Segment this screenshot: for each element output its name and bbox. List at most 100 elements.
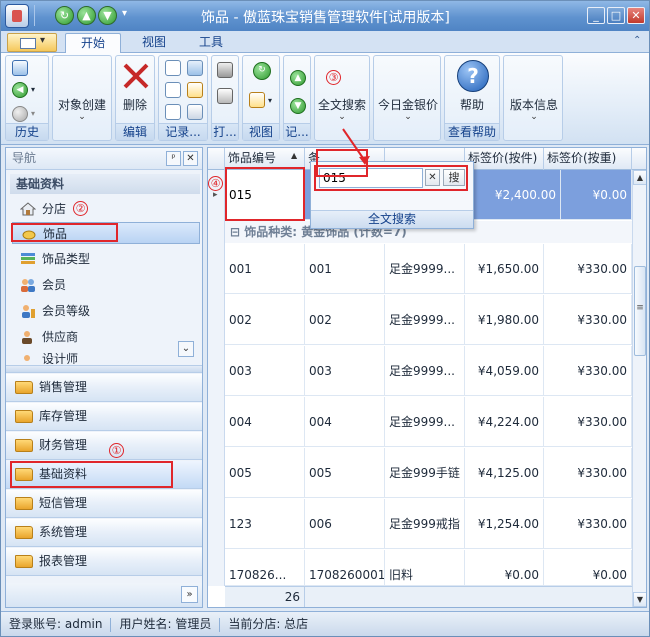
refresh-icon[interactable]: ↻ [55,6,74,25]
annotation-number-1: ① [109,443,124,458]
history-icon[interactable] [12,60,28,76]
previous-record-icon[interactable]: ▲ [290,70,306,86]
table-row[interactable]: 001 001 足金9999... ¥1,650.00 ¥330.00 [225,244,632,294]
cell-barcode: 003 [305,346,385,396]
group-label-records: 记录... [159,123,207,140]
help-icon[interactable]: ? [457,60,489,92]
tab-tools[interactable]: 工具 [186,33,236,53]
table-row[interactable]: 123 006 足金999戒指 ¥1,254.00 ¥330.00 [225,499,632,549]
ribbon-minimize-icon[interactable]: ⌃ [633,35,646,48]
copy-icon[interactable] [165,104,181,120]
cell-price-piece: ¥2,400.00 [482,170,561,220]
gold-price-button[interactable]: 今日金银价 ⌄ [376,96,440,122]
move-up-icon[interactable]: ▲ [77,6,96,25]
printer-icon[interactable] [217,88,233,104]
nav-item-branch[interactable]: 分店 [12,198,200,220]
module-reports[interactable]: 报表管理 [6,548,202,576]
module-inventory[interactable]: 库存管理 [6,403,202,431]
ribbon-tab-row: 开始 视图 工具 ⌃ [1,31,649,53]
pane-splitter[interactable] [6,365,202,373]
app-logo-icon[interactable] [5,4,29,28]
cell-code: 002 [225,295,305,345]
nav-item-member-level[interactable]: 会员等级 [12,300,200,322]
navigation-pane: 导航 ᵖ ✕ 基础资料 分店 饰品 饰品类型 会员 会员等级 供应商 设计师 ⌄… [5,147,203,608]
cell-price-weight: ¥0.00 [561,170,632,220]
table-row[interactable]: 002 002 足金9999... ¥1,980.00 ¥330.00 [225,295,632,345]
list-icon[interactable] [165,82,181,98]
title-bar[interactable]: ↻ ▲ ▼ ▾ 饰品 - 傲蓝珠宝销售管理软件[试用版本] _ □ ✕ [1,1,649,31]
document-icon[interactable] [187,104,203,120]
pin-icon[interactable]: ᵖ [166,151,181,166]
page-setup-icon[interactable] [217,62,233,78]
vertical-scrollbar[interactable]: ▲ ≡ ▼ [632,170,646,607]
tab-view[interactable]: 视图 [129,33,179,53]
scroll-thumb[interactable]: ≡ [634,266,646,356]
users-icon [20,277,36,293]
divider [219,617,221,632]
table-row[interactable]: 003 003 足金9999... ¥4,059.00 ¥330.00 [225,346,632,396]
help-button[interactable]: 帮助 [445,96,499,113]
scroll-up-icon[interactable]: ▲ [633,170,646,185]
cell-code: 001 [225,244,305,294]
next-record-icon[interactable]: ▼ [290,98,306,114]
move-down-icon[interactable]: ▼ [98,6,117,25]
nav-item-jewelry-type[interactable]: 饰品类型 [12,248,200,270]
annotation-number-2: ② [73,201,88,216]
supplier-icon [20,329,36,345]
group-collapse-icon[interactable]: ⊟ [230,225,240,239]
module-sms[interactable]: 短信管理 [6,490,202,518]
table-row[interactable]: 005 005 足金999手链 ¥4,125.00 ¥330.00 [225,448,632,498]
nav-footer: » [6,583,202,607]
forward-icon[interactable] [12,106,28,122]
house-icon [19,201,37,217]
object-create-button[interactable]: 对象创建 ⌄ [55,96,109,122]
nav-section-title: 基础资料 [10,174,200,194]
refresh-view-icon[interactable]: ↻ [253,62,271,80]
module-label: 短信管理 [39,496,88,510]
annotation-box-search-input [314,165,468,191]
nav-item-member[interactable]: 会员 [12,274,200,296]
version-info-button[interactable]: 版本信息 ⌄ [506,96,562,122]
folder-icon [15,526,33,539]
expand-chevron-icon[interactable]: » [181,586,198,603]
tab-start[interactable]: 开始 [65,33,121,53]
maximize-button[interactable]: □ [607,7,625,24]
annotation-box-basic-data-module [10,461,173,488]
application-menu-button[interactable] [7,33,57,52]
column-header-price-piece[interactable]: 标签价(按件) [465,148,544,170]
module-finance[interactable]: 财务管理 [6,432,202,460]
module-system[interactable]: 系统管理 [6,519,202,547]
scroll-down-icon[interactable]: ▼ [633,592,646,607]
back-icon[interactable]: ◀ [12,82,28,98]
delete-icon[interactable] [122,62,150,90]
cell-name: 足金999手链 [385,448,465,498]
minimize-button[interactable]: _ [587,7,605,24]
cell-code: 003 [225,346,305,396]
table-row[interactable]: 170826... 1708260001 旧料 ¥0.00 ¥0.00 [225,550,632,586]
row-indicator-column [208,170,225,586]
nav-item-supplier[interactable]: 供应商 [12,326,200,348]
notes-icon[interactable] [187,82,203,98]
nav-close-icon[interactable]: ✕ [183,151,198,166]
group-edit: 删除 编辑 [115,55,155,141]
nav-scroll-down-icon[interactable]: ⌄ [178,341,194,357]
group-label-view: 视图 [243,123,279,140]
layout-icon[interactable] [249,92,265,108]
nav-item-designer[interactable]: 设计师 [12,350,200,364]
full-search-button[interactable]: 全文搜索 ⌄ [317,96,367,122]
group-gold-price: 今日金银价 ⌄ [373,55,441,141]
module-sales[interactable]: 销售管理 [6,374,202,402]
column-header-price-weight[interactable]: 标签价(按重) [544,148,632,170]
gold-price-label: 今日金银价 [377,98,438,112]
module-label: 财务管理 [39,438,88,452]
group-history: ◀ ▾ ▾ 历史 [5,55,49,141]
cell-price-weight: ¥0.00 [544,550,632,586]
table-row[interactable]: 004 004 足金9999... ¥4,224.00 ¥330.00 [225,397,632,447]
grid-icon[interactable] [165,60,181,76]
annotation-arrow [337,127,377,167]
chart-icon[interactable] [187,60,203,76]
folder-icon [15,555,33,568]
quick-access-more-icon[interactable]: ▾ [122,8,127,19]
delete-button[interactable]: 删除 [116,96,154,113]
close-button[interactable]: ✕ [627,7,645,24]
